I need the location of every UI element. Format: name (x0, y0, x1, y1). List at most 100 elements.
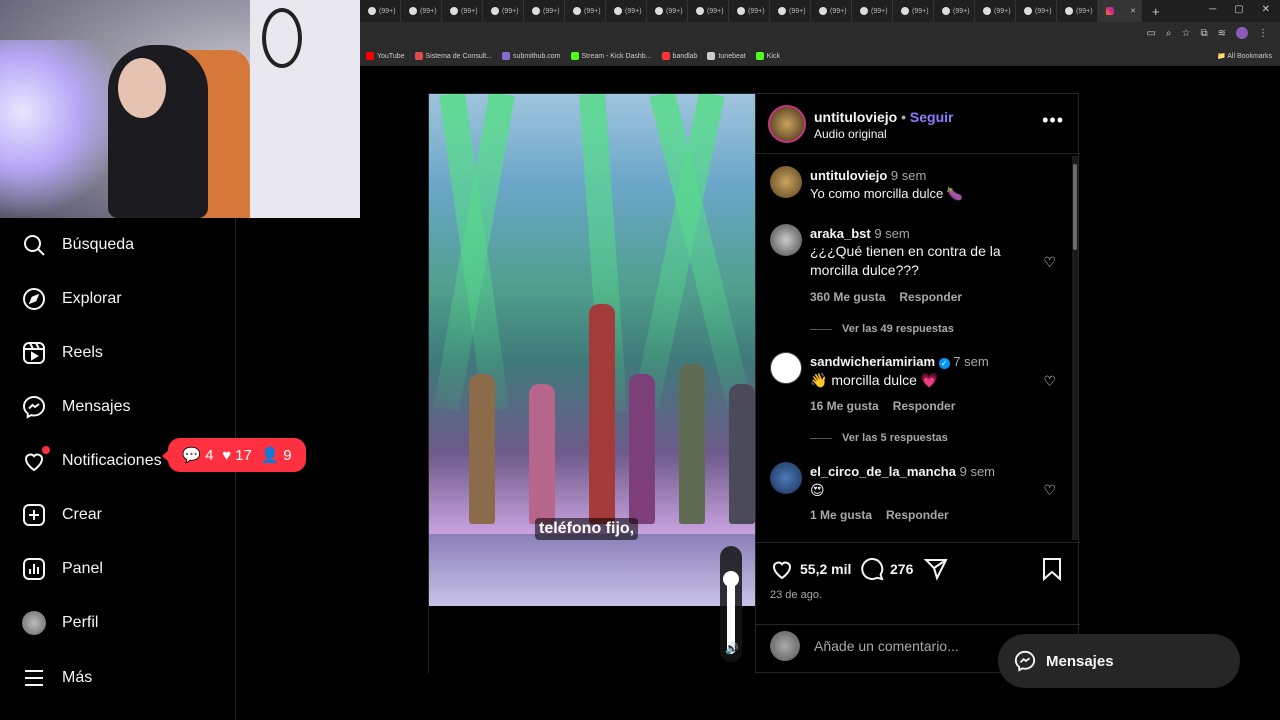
comment-likes[interactable]: 360 Me gusta (810, 290, 885, 304)
view-replies[interactable]: Ver las 5 respuestas (810, 432, 948, 444)
view-replies[interactable]: Ver las 49 respuestas (810, 323, 954, 335)
tab-label: (99+) (584, 7, 601, 15)
browser-tab[interactable]: (99+) (524, 0, 565, 22)
like-comment-icon[interactable]: ♡ (1043, 254, 1056, 271)
author-avatar[interactable] (768, 105, 806, 143)
reply-button[interactable]: Responder (886, 508, 949, 522)
nav-explore[interactable]: Explorar (22, 285, 122, 313)
star-icon[interactable]: ☆ (1182, 28, 1191, 39)
maximize-button[interactable]: ▢ (1234, 4, 1243, 15)
bookmark-item[interactable]: Kick (755, 52, 780, 60)
bookmark-item[interactable]: Stream - Kick Dashb... (570, 52, 652, 60)
comment-username[interactable]: sandwicheriamiriam (810, 354, 935, 369)
sidepanel-icon[interactable]: ≋ (1218, 28, 1226, 39)
bookmark-item[interactable]: tunebeat (707, 52, 746, 60)
browser-tab[interactable]: (99+) (647, 0, 688, 22)
zoom-icon[interactable]: ⌕ (1166, 28, 1172, 39)
browser-tab[interactable]: (99+) (811, 0, 852, 22)
tab-label: (99+) (871, 7, 888, 15)
browser-tab[interactable]: (99+) (401, 0, 442, 22)
browser-tab[interactable]: (99+) (442, 0, 483, 22)
browser-tab[interactable]: (99+) (606, 0, 647, 22)
bookmark-item[interactable]: Sistema de Consult... (414, 52, 493, 60)
reply-button[interactable]: Responder (899, 290, 962, 304)
nav-more-label: Más (62, 669, 93, 686)
webcam-light (0, 40, 110, 218)
verified-badge-icon: ✓ (938, 358, 950, 369)
speaker-icon[interactable]: 🔊 (725, 642, 739, 655)
nav-messages-label: Mensajes (62, 398, 131, 415)
comment-username[interactable]: untituloviejo (810, 168, 887, 183)
tab-label: (99+) (502, 7, 519, 15)
tab-label: (99+) (625, 7, 642, 15)
comment-username[interactable]: el_circo_de_la_mancha (810, 464, 956, 479)
nav-more[interactable]: Más (22, 664, 92, 692)
nav-reels[interactable]: Reels (22, 339, 103, 367)
like-button[interactable]: 55,2 mil (770, 557, 851, 581)
new-tab-button[interactable]: + (1142, 4, 1160, 19)
browser-tab[interactable]: (99+) (729, 0, 770, 22)
nav-notifications-label: Notificaciones (62, 452, 162, 469)
comment-button[interactable]: 276 (860, 557, 913, 581)
comment-avatar[interactable] (770, 352, 802, 384)
comment-meta: 360 Me gusta Responder (810, 290, 962, 304)
all-bookmarks[interactable]: 📁 All Bookmarks (1217, 52, 1272, 60)
messenger-icon (1014, 650, 1036, 672)
bookmark-label: Sistema de Consult... (425, 52, 493, 60)
profile-avatar[interactable] (1236, 27, 1248, 39)
send-icon (924, 559, 948, 581)
browser-tab[interactable]: (99+) (688, 0, 729, 22)
audio-label[interactable]: Audio original (814, 127, 887, 141)
follow-button[interactable]: Seguir (910, 109, 954, 125)
browser-tab[interactable]: (99+) (483, 0, 524, 22)
close-tab-icon[interactable]: ✕ (1130, 7, 1136, 15)
comment-username[interactable]: araka_bst (810, 226, 871, 241)
messages-floating-button[interactable]: Mensajes (998, 634, 1240, 688)
tab-favicon-icon (819, 7, 827, 15)
nav-dashboard[interactable]: Panel (22, 555, 103, 583)
cast-icon[interactable]: ▭ (1146, 28, 1155, 39)
reply-button[interactable]: Responder (893, 399, 956, 413)
comment-likes[interactable]: 1 Me gusta (810, 508, 872, 522)
browser-tab[interactable]: (99+) (1057, 0, 1098, 22)
nav-notifications[interactable]: Notificaciones (22, 446, 162, 475)
reel-video[interactable]: teléfono fijo, 🔊 (429, 94, 755, 674)
nav-create[interactable]: Crear (22, 501, 102, 529)
browser-tab[interactable]: (99+) (975, 0, 1016, 22)
comments-scroll-thumb[interactable] (1073, 164, 1077, 250)
bookmark-item[interactable]: bandlab (661, 52, 697, 60)
like-comment-icon[interactable]: ♡ (1043, 482, 1056, 499)
nav-search[interactable]: Búsqueda (22, 231, 134, 259)
extensions-icon[interactable]: ⧉ (1200, 28, 1207, 39)
tab-favicon-icon (778, 7, 786, 15)
browser-menu-icon[interactable]: ⋮ (1258, 28, 1268, 39)
more-options-icon[interactable]: ••• (1042, 110, 1064, 131)
bookmark-item[interactable]: YouTube (366, 52, 405, 60)
browser-tab[interactable]: (99+) (565, 0, 606, 22)
comment-avatar[interactable] (770, 224, 802, 256)
active-tab[interactable]: ✕ (1098, 0, 1142, 22)
nav-profile[interactable]: Perfil (22, 609, 98, 637)
tab-favicon-icon (1065, 7, 1073, 15)
browser-tab[interactable]: (99+) (934, 0, 975, 22)
browser-tab[interactable]: (99+) (1016, 0, 1057, 22)
bookmark-item[interactable]: submithub.com (502, 52, 561, 60)
close-window-button[interactable]: ✕ (1262, 4, 1270, 15)
browser-tab[interactable]: (99+) (852, 0, 893, 22)
share-button[interactable] (924, 557, 948, 581)
comment-likes[interactable]: 16 Me gusta (810, 399, 879, 413)
like-comment-icon[interactable]: ♡ (1043, 373, 1056, 390)
nav-messages[interactable]: Mensajes (22, 393, 130, 421)
browser-tab[interactable]: (99+) (893, 0, 934, 22)
author-username[interactable]: untituloviejo (814, 109, 897, 125)
comment-avatar[interactable] (770, 462, 802, 494)
minimize-button[interactable]: ─ (1209, 4, 1216, 15)
save-button[interactable] (1040, 557, 1064, 581)
comment-avatar[interactable] (770, 166, 802, 198)
avatar (770, 631, 800, 661)
heart-filled-icon: ♥ (222, 446, 232, 464)
browser-tab[interactable]: (99+) (770, 0, 811, 22)
volume-handle[interactable] (723, 571, 739, 587)
browser-tab[interactable]: (99+) (360, 0, 401, 22)
notification-popover[interactable]: 💬 4 ♥ 17 👤 9 (162, 438, 306, 472)
